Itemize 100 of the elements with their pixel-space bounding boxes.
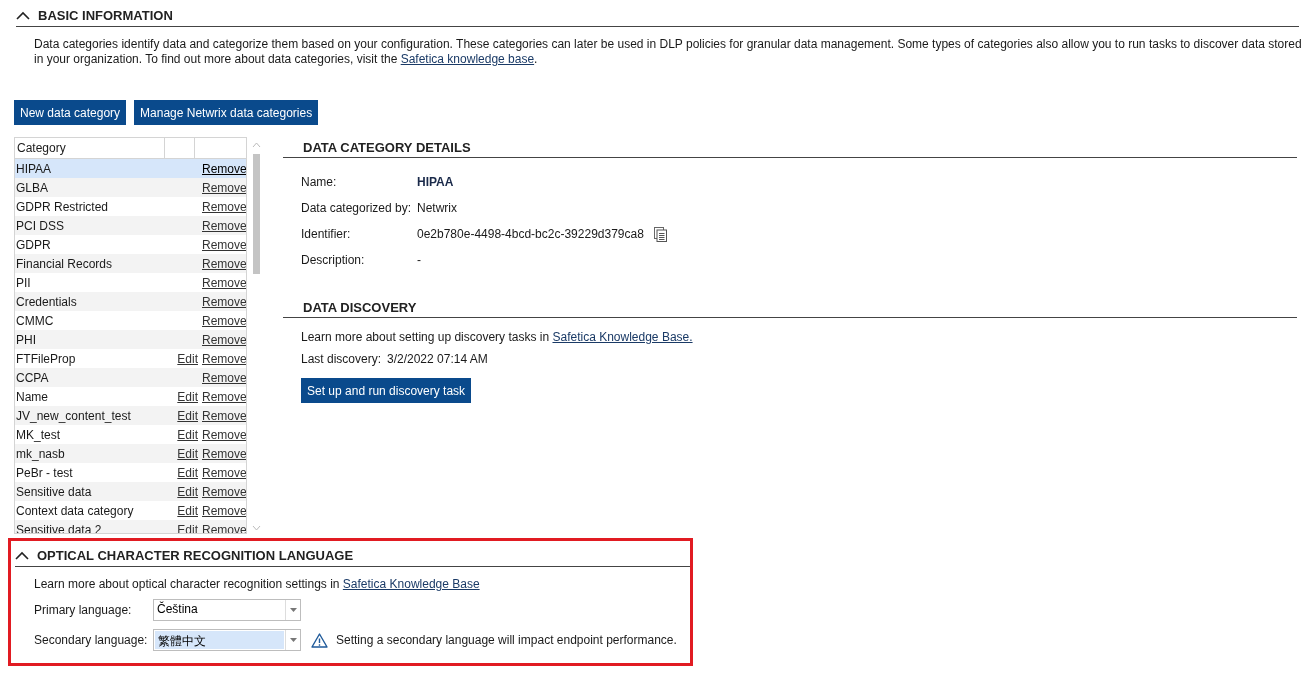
- category-name: Credentials: [15, 294, 78, 309]
- table-row[interactable]: Credentials Remove: [15, 292, 246, 311]
- field-label: Primary language:: [34, 603, 133, 617]
- remove-link[interactable]: Remove: [202, 370, 246, 385]
- category-name: GDPR Restricted: [15, 199, 110, 214]
- copy-icon[interactable]: [653, 226, 667, 242]
- remove-link[interactable]: Remove: [202, 275, 246, 290]
- table-row[interactable]: Financial Records Remove: [15, 254, 246, 273]
- description-text: Data categories identify data and categorize them based on your configuration. These categories can later be used in DLP policies for granular data management. Some types of categories also allow you to run tasks to discover data stored in your organization. To find out more about data categories, visit the Safetica knowledge base.: [34, 37, 1303, 67]
- field-value: 0e2b780e-4498-4bcd-bc2c-39229d379ca8: [417, 227, 644, 241]
- remove-link[interactable]: Remove: [202, 199, 246, 214]
- table-row[interactable]: mk_nasb Edit Remove: [15, 444, 246, 463]
- field-label: Identifier:: [301, 227, 352, 241]
- knowledge-base-link[interactable]: Safetica Knowledge Base.: [552, 330, 693, 344]
- table-row[interactable]: CCPA Remove: [15, 368, 246, 387]
- category-name: Context data category: [15, 503, 135, 518]
- remove-link[interactable]: Remove: [202, 180, 246, 195]
- remove-link[interactable]: Remove: [202, 313, 246, 328]
- action-button[interactable]: New data category: [14, 100, 127, 125]
- remove-link[interactable]: Remove: [202, 427, 246, 442]
- warning-icon: [311, 632, 328, 648]
- section-title: OPTICAL CHARACTER RECOGNITION LANGUAGE: [37, 548, 354, 563]
- table-row[interactable]: PCI DSS Remove: [15, 216, 246, 235]
- table-row[interactable]: Context data category Edit Remove: [15, 501, 246, 520]
- remove-link[interactable]: Remove: [202, 446, 246, 461]
- remove-link[interactable]: Remove: [202, 332, 246, 347]
- remove-link[interactable]: Remove: [202, 465, 246, 480]
- table-row[interactable]: FTFileProp Edit Remove: [15, 349, 246, 368]
- table-row[interactable]: CMMC Remove: [15, 311, 246, 330]
- table-row[interactable]: GLBA Remove: [15, 178, 246, 197]
- table-row[interactable]: Sensitive data Edit Remove: [15, 482, 246, 501]
- column-header[interactable]: Category: [15, 138, 165, 158]
- category-name: Sensitive data 2: [15, 522, 103, 533]
- edit-link[interactable]: Edit: [177, 522, 198, 533]
- field-label: Name:: [301, 175, 338, 189]
- category-name: CMMC: [15, 313, 55, 328]
- table-row[interactable]: PHI Remove: [15, 330, 246, 349]
- edit-link[interactable]: Edit: [177, 351, 198, 366]
- edit-link[interactable]: Edit: [177, 484, 198, 499]
- chevron-icon[interactable]: [16, 11, 30, 20]
- discovery-task-button[interactable]: Set up and run discovery task: [301, 378, 472, 403]
- remove-link[interactable]: Remove: [202, 503, 246, 518]
- remove-link[interactable]: Remove: [202, 389, 246, 404]
- scroll-thumb[interactable]: [252, 154, 260, 274]
- remove-link[interactable]: Remove: [202, 408, 246, 423]
- field-label: Last discovery:: [301, 352, 383, 366]
- discovery-text: Learn more about setting up discovery tasks in Safetica Knowledge Base.: [301, 330, 694, 344]
- remove-link[interactable]: Remove: [202, 256, 246, 271]
- table-row[interactable]: PeBr - test Edit Remove: [15, 463, 246, 482]
- edit-link[interactable]: Edit: [177, 389, 198, 404]
- section-header[interactable]: OPTICAL CHARACTER RECOGNITION LANGUAGE: [15, 548, 690, 567]
- category-name: mk_nasb: [15, 446, 66, 461]
- edit-link[interactable]: Edit: [177, 427, 198, 442]
- table-row[interactable]: GDPR Restricted Remove: [15, 197, 246, 216]
- table-row[interactable]: HIPAA Remove: [15, 159, 246, 178]
- table-row[interactable]: Sensitive data 2 Edit Remove: [15, 520, 246, 533]
- field-label: Secondary language:: [34, 633, 149, 647]
- section-header[interactable]: BASIC INFORMATION: [16, 8, 1299, 27]
- edit-link[interactable]: Edit: [177, 408, 198, 423]
- field-label: Data categorized by:: [301, 201, 413, 215]
- dropdown-arrow-icon: [289, 608, 297, 612]
- category-name: PII: [15, 275, 32, 290]
- section-title: DATA DISCOVERY: [303, 300, 417, 315]
- edit-link[interactable]: Edit: [177, 446, 198, 461]
- edit-link[interactable]: Edit: [177, 465, 198, 480]
- warning-text: Setting a secondary language will impact endpoint performance.: [336, 633, 677, 647]
- language-dropdown[interactable]: Čeština: [153, 599, 301, 621]
- scroll-down-icon[interactable]: [251, 525, 261, 531]
- remove-link[interactable]: Remove: [202, 484, 246, 499]
- chevron-icon[interactable]: [15, 551, 29, 560]
- remove-link[interactable]: Remove: [202, 218, 246, 233]
- category-name: JV_new_content_test: [15, 408, 132, 423]
- category-name: MK_test: [15, 427, 61, 442]
- table-row[interactable]: JV_new_content_test Edit Remove: [15, 406, 246, 425]
- remove-link[interactable]: Remove: [202, 522, 246, 533]
- table-row[interactable]: PII Remove: [15, 273, 246, 292]
- table-row[interactable]: GDPR Remove: [15, 235, 246, 254]
- knowledge-base-link[interactable]: Safetica Knowledge Base: [342, 577, 480, 591]
- remove-link[interactable]: Remove: [202, 237, 246, 252]
- language-dropdown[interactable]: 繁體中文: [153, 629, 301, 651]
- category-name: HIPAA: [15, 161, 53, 176]
- field-value: -: [417, 253, 421, 267]
- field-label: Description:: [301, 253, 366, 267]
- remove-link[interactable]: Remove: [202, 294, 246, 309]
- ocr-info-text: Learn more about optical character recognition settings in Safetica Knowledge Base: [34, 577, 481, 591]
- category-name: FTFileProp: [15, 351, 77, 366]
- field-value: Netwrix: [417, 201, 457, 215]
- table-row[interactable]: Name Edit Remove: [15, 387, 246, 406]
- action-button[interactable]: Manage Netwrix data categories: [134, 100, 319, 125]
- remove-link[interactable]: Remove: [202, 161, 246, 176]
- section-title: BASIC INFORMATION: [38, 8, 173, 23]
- category-name: Sensitive data: [15, 484, 93, 499]
- category-name: PCI DSS: [15, 218, 65, 233]
- edit-link[interactable]: Edit: [177, 503, 198, 518]
- dropdown-arrow-icon: [289, 638, 297, 642]
- field-value: HIPAA: [417, 175, 454, 189]
- remove-link[interactable]: Remove: [202, 351, 246, 366]
- scroll-up-icon[interactable]: [251, 142, 261, 148]
- table-row[interactable]: MK_test Edit Remove: [15, 425, 246, 444]
- category-name: PHI: [15, 332, 37, 347]
